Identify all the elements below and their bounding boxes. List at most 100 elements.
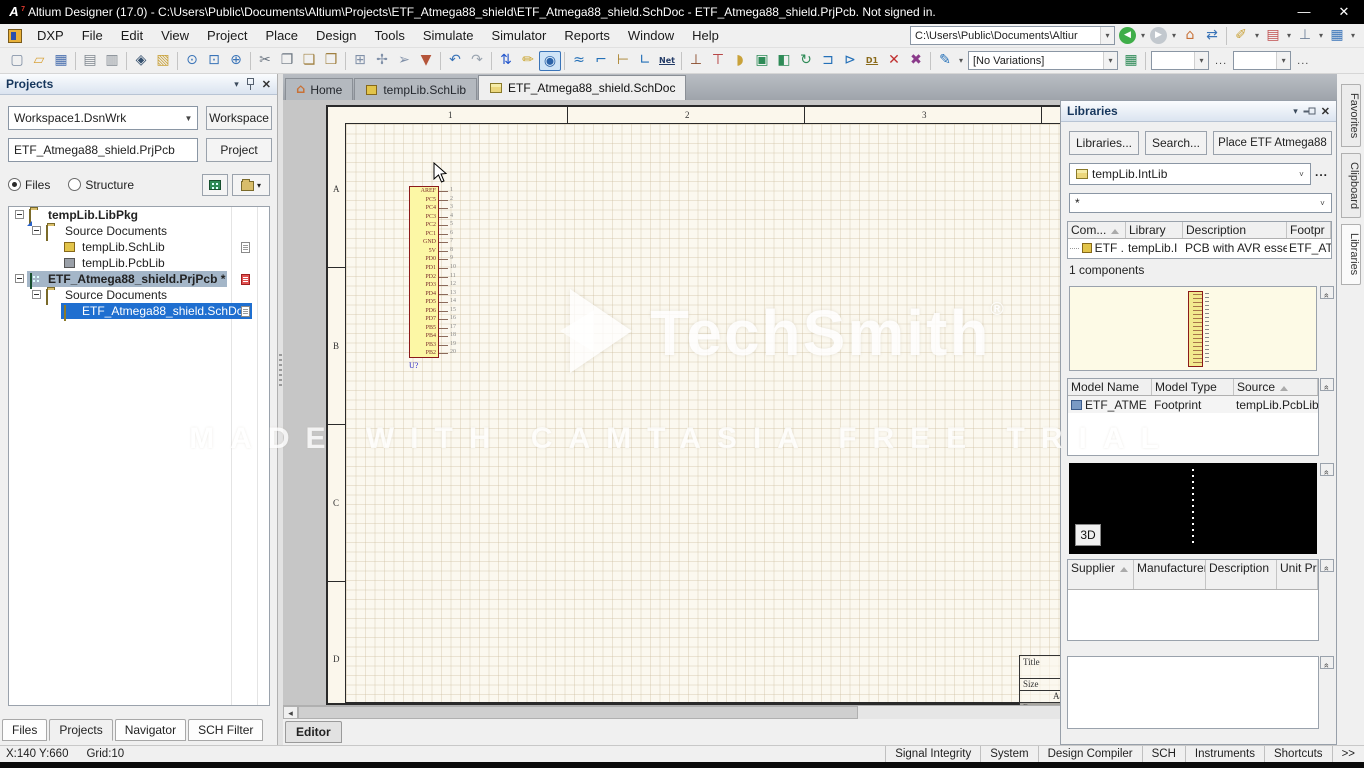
paste-array-icon[interactable]: ❒ — [320, 51, 342, 71]
navigate-chip-button[interactable] — [202, 174, 228, 196]
chevron-down-icon[interactable]: ˅ — [1314, 194, 1331, 212]
project-button[interactable]: Project — [206, 138, 272, 162]
workspace-button[interactable]: Workspace — [206, 106, 272, 130]
workspace-combo[interactable]: Workspace1.DsnWrk ▼ — [8, 106, 198, 130]
chevron-down-icon[interactable]: ▾ — [1103, 52, 1117, 69]
highlight-pen-icon[interactable]: ✏ — [517, 51, 539, 71]
status-button-shortcuts[interactable]: Shortcuts — [1263, 746, 1332, 762]
menu-edit[interactable]: Edit — [112, 25, 152, 46]
undo-icon[interactable]: ↶ — [444, 51, 466, 71]
zoom-area-icon[interactable]: ⊡ — [203, 51, 225, 71]
cross-probe-icon[interactable]: ➢ — [393, 51, 415, 71]
editor-tab[interactable]: Editor — [285, 721, 342, 743]
document-tab-templib-schlib[interactable]: tempLib.SchLib — [354, 78, 478, 100]
document-tab-home[interactable]: ⌂ Home — [285, 78, 354, 100]
place-harness-connector-icon[interactable]: ⊐ — [817, 51, 839, 71]
back-button-icon[interactable]: ◀ — [1119, 27, 1136, 44]
chevron-down-icon[interactable]: ˅ — [1293, 164, 1310, 184]
place-wire-icon[interactable]: ≈ — [568, 51, 590, 71]
menu-project[interactable]: Project — [198, 25, 256, 46]
menu-design[interactable]: Design — [307, 25, 365, 46]
zoom-selected-icon[interactable]: ⊕ — [225, 51, 247, 71]
place-bus-entry-icon[interactable]: ∟ — [634, 51, 656, 71]
library-select-combo[interactable]: tempLib.IntLib ˅ — [1069, 163, 1311, 185]
align-tool-button-icon[interactable]: ▤ — [1262, 26, 1284, 46]
grid-tool-button-icon[interactable]: ▦ — [1326, 26, 1348, 46]
status-button-design-compiler[interactable]: Design Compiler — [1037, 746, 1142, 762]
chevron-down-icon[interactable]: ▼ — [180, 107, 197, 129]
component-filter-combo[interactable]: * ˅ — [1069, 193, 1332, 213]
dxp-icon[interactable] — [8, 28, 22, 43]
paste-icon[interactable]: ❏ — [298, 51, 320, 71]
column-header-footpr[interactable]: Footpr — [1287, 222, 1331, 238]
column-header-supplier[interactable]: Supplier — [1068, 560, 1134, 589]
menu-view[interactable]: View — [152, 25, 198, 46]
files-radio[interactable]: Files — [8, 178, 50, 192]
place-bus-icon[interactable]: ⌐ — [590, 51, 612, 71]
open-project-button[interactable]: ▾ — [232, 174, 270, 196]
variant-manager-icon[interactable]: ▦ — [1120, 51, 1142, 71]
libraries-button[interactable]: Libraries... — [1069, 131, 1139, 155]
panel-tab-projects[interactable]: Projects — [49, 719, 113, 741]
cut-icon[interactable]: ✂ — [254, 51, 276, 71]
tree-item[interactable]: tempLib.PcbLib — [9, 255, 269, 271]
panel-tab-files[interactable]: Files — [2, 719, 48, 741]
back-dropdown-icon[interactable]: ▾ — [1138, 26, 1148, 46]
status-button-sch[interactable]: SCH — [1141, 746, 1185, 762]
redo-icon[interactable]: ↷ — [466, 51, 488, 71]
pin-icon[interactable] — [246, 78, 255, 90]
storage-manager-icon[interactable]: ▧ — [152, 51, 174, 71]
panel-menu-icon[interactable]: ▾ — [1293, 106, 1298, 117]
status-button-instruments[interactable]: Instruments — [1184, 746, 1264, 762]
tree-expand-icon[interactable] — [15, 210, 24, 219]
side-tab-favorites[interactable]: Favorites — [1341, 84, 1361, 148]
scroll-up-icon[interactable]: « — [1320, 656, 1334, 669]
scroll-up-icon[interactable]: « — [1320, 378, 1334, 391]
tree-item[interactable]: Source Documents — [9, 287, 269, 305]
menu-tools[interactable]: Tools — [366, 25, 414, 46]
panel-menu-icon[interactable]: ▾ — [234, 79, 239, 90]
pin-icon[interactable] — [1303, 107, 1315, 116]
address-combo[interactable]: C:\Users\Public\Documents\Altiur ▾ — [910, 26, 1115, 45]
model-row[interactable]: ETF_ATME Footprint tempLib.PcbLib — [1068, 396, 1318, 413]
status-button--[interactable]: >> — [1331, 746, 1364, 762]
window-arrange-button-icon[interactable]: ⇄ — [1201, 26, 1223, 46]
extra-combo-1-more[interactable]: ... — [1211, 55, 1231, 67]
panel-tab-sch-filter[interactable]: SCH Filter — [188, 719, 264, 741]
clear-filter-icon[interactable]: ▼ — [415, 51, 437, 71]
cross-select-mode-icon[interactable]: ⇅ — [495, 51, 517, 71]
status-button-system[interactable]: System — [980, 746, 1037, 762]
tree-item[interactable]: tempLib.SchLib — [9, 239, 269, 255]
place-compile-mask-icon[interactable]: ✖ — [905, 51, 927, 71]
place-signal-harness-icon[interactable]: ⊢ — [612, 51, 634, 71]
panel-tab-navigator[interactable]: Navigator — [114, 719, 187, 741]
minimize-button[interactable]: — — [1284, 0, 1324, 24]
document-tab-etf-atmega88-shield-schdoc[interactable]: ETF_Atmega88_shield.SchDoc — [478, 75, 687, 100]
forward-dropdown-icon[interactable]: ▾ — [1169, 26, 1179, 46]
place-sheet-symbol-icon[interactable]: ▣ — [751, 51, 773, 71]
structure-radio[interactable]: Structure — [68, 178, 134, 192]
side-tab-libraries[interactable]: Libraries — [1341, 224, 1361, 285]
scroll-up-icon[interactable]: « — [1320, 463, 1334, 476]
forward-button-icon[interactable]: ▶ — [1150, 27, 1167, 44]
menu-simulate[interactable]: Simulate — [414, 25, 483, 46]
extra-combo-1[interactable]: ▾ — [1151, 51, 1209, 70]
open-document-icon[interactable]: ▱ — [28, 51, 50, 71]
footprint-3d-pane[interactable]: 3D — [1069, 463, 1317, 554]
panel-close-icon[interactable]: ✕ — [1321, 105, 1330, 118]
power-port-tool-button-icon[interactable]: ⊥ — [1294, 26, 1316, 46]
component-pin[interactable]: PB2 20 — [410, 349, 456, 358]
menu-window[interactable]: Window — [619, 25, 683, 46]
annotate-icon[interactable]: ✎ — [934, 51, 956, 71]
print-icon[interactable]: ▤ — [79, 51, 101, 71]
column-header-model-name[interactable]: Model Name — [1068, 379, 1152, 395]
save-document-icon[interactable]: ▦ — [50, 51, 72, 71]
schematic-component-u[interactable]: AREF 1 PC5 2 PC4 3 PC3 4 PC2 5 PC1 6 GND 7 5V 8 PD0 9 PD1 1… — [409, 186, 456, 358]
column-header-source[interactable]: Source — [1234, 379, 1318, 395]
tree-item[interactable]: tempLib.LibPkg — [9, 207, 269, 225]
search-button[interactable]: Search... — [1145, 131, 1207, 155]
library-more-button[interactable]: ... — [1315, 165, 1328, 179]
place-device-sheet-icon[interactable]: ↻ — [795, 51, 817, 71]
column-header-description[interactable]: Description — [1183, 222, 1287, 238]
menu-dxp[interactable]: DXP — [28, 25, 73, 46]
